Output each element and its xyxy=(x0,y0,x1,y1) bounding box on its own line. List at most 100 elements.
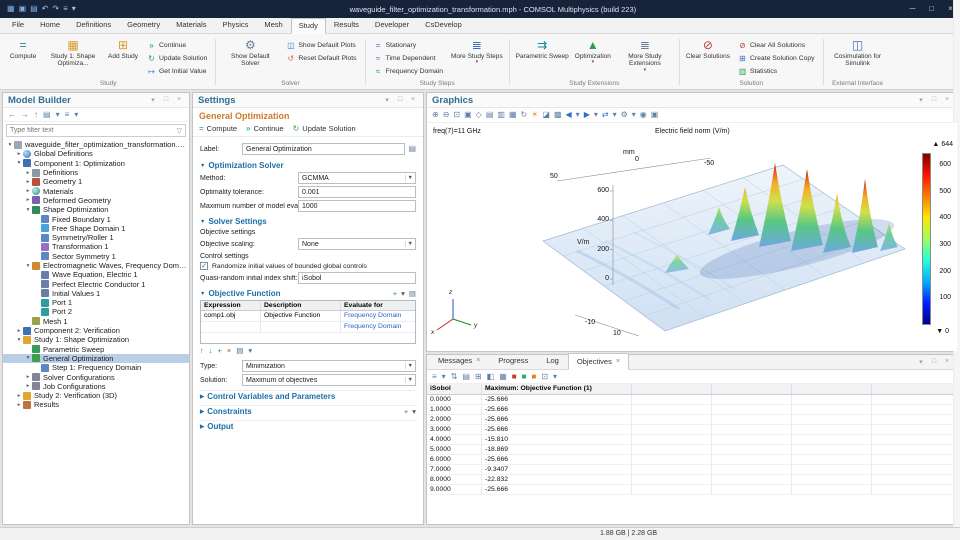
plot-settings-icon[interactable]: ⚙ xyxy=(621,108,628,122)
customize-toolbar-icon[interactable]: ▾ xyxy=(72,0,76,18)
tree-expand-icon[interactable]: ▸ xyxy=(24,170,32,176)
section-constraints[interactable]: ▶ Constraints + ▾ xyxy=(200,405,416,416)
view-yz-icon[interactable]: ▥ xyxy=(497,108,505,122)
tree-expand-icon[interactable]: ▾ xyxy=(6,142,14,148)
view-zx-icon[interactable]: ▦ xyxy=(509,108,517,122)
tree-item[interactable]: ▾ waveguide_filter_optimization_transfor… xyxy=(3,140,189,149)
float-panel-icon[interactable]: □ xyxy=(929,96,939,104)
filter-funnel-icon[interactable]: ▽ xyxy=(174,127,185,135)
sort-icon[interactable]: ⇅ xyxy=(451,370,458,384)
table-format-icon[interactable]: ▤ xyxy=(462,370,470,384)
forward-icon[interactable]: → xyxy=(21,108,29,122)
tree-item[interactable]: Symmetry/Roller 1 xyxy=(3,233,189,242)
close-panel-icon[interactable]: × xyxy=(408,96,418,104)
close-panel-icon[interactable]: × xyxy=(174,96,184,104)
tree-expand-icon[interactable]: ▸ xyxy=(15,402,23,408)
tree-item[interactable]: Wave Equation, Electric 1 xyxy=(3,270,189,279)
close-panel-icon[interactable]: × xyxy=(942,96,952,104)
tree-item[interactable]: ▸ Solver Configurations xyxy=(3,372,189,381)
table-row[interactable]: 4.0000 -15.810 xyxy=(427,435,957,445)
compute-button[interactable]: = Compute xyxy=(4,36,42,80)
tree-expand-icon[interactable]: ▾ xyxy=(15,160,23,166)
index-shift-field[interactable]: iSobol xyxy=(298,272,416,284)
plot-settings-menu-icon[interactable]: ▾ xyxy=(632,108,636,122)
panel-menu-icon[interactable]: ▾ xyxy=(916,96,926,104)
table-row[interactable]: 0.0000 -25.666 xyxy=(427,395,957,405)
tree-expand-icon[interactable]: ▸ xyxy=(24,383,32,389)
objective-scaling-dropdown[interactable]: None ▼ xyxy=(298,238,416,250)
menu-tab[interactable]: Results xyxy=(326,17,367,33)
tree-item[interactable]: ▾ General Optimization xyxy=(3,354,189,363)
section-optimization-solver[interactable]: ▼ Optimization Solver xyxy=(200,161,416,170)
scene-light-icon[interactable]: ☀ xyxy=(531,108,538,122)
section-output[interactable]: ▶ Output xyxy=(200,420,416,431)
tree-item[interactable]: ▸ Component 2: Verification xyxy=(3,326,189,335)
console-tab[interactable]: Progress xyxy=(489,353,537,369)
tree-item[interactable]: ▸ Geometry 1 xyxy=(3,177,189,186)
table-row[interactable]: comp1.obj Objective Function Frequency D… xyxy=(201,311,415,322)
tree-item[interactable]: Parametric Sweep xyxy=(3,345,189,354)
label-field[interactable]: General Optimization xyxy=(242,143,405,155)
add-objective-icon[interactable]: + xyxy=(393,289,397,298)
filter-input[interactable] xyxy=(7,127,174,134)
tree-item[interactable]: ▸ Definitions xyxy=(3,168,189,177)
close-panel-icon[interactable]: × xyxy=(942,358,952,366)
stationary-button[interactable]: = Stationary xyxy=(369,39,448,52)
previous-solution-icon[interactable]: ◀ xyxy=(566,108,572,122)
export-table-icon[interactable]: ■ xyxy=(522,370,527,384)
table-row[interactable]: 1.0000 -25.666 xyxy=(427,405,957,415)
panel-menu-icon[interactable]: ▾ xyxy=(148,96,158,104)
menu-tab[interactable]: File xyxy=(4,17,32,33)
max-evaluations-field[interactable]: 1000 xyxy=(298,200,416,212)
panel-menu-icon[interactable]: ▾ xyxy=(382,96,392,104)
solution-dropdown[interactable]: Maximum of objectives ▼ xyxy=(242,374,416,386)
menu-tab[interactable]: Home xyxy=(32,17,68,33)
redo-icon[interactable]: ↷ xyxy=(52,0,59,18)
tree-item[interactable]: Port 2 xyxy=(3,307,189,316)
tree-expand-icon[interactable]: ▾ xyxy=(24,263,32,269)
tolerance-field[interactable]: 0.001 xyxy=(298,186,416,198)
type-dropdown[interactable]: Minimization ▼ xyxy=(242,360,416,372)
image-snapshot-icon[interactable]: ◉ xyxy=(640,108,647,122)
collapse-menu-icon[interactable]: ▾ xyxy=(56,108,60,122)
add-constraint-icon[interactable]: + xyxy=(404,407,408,416)
view-xy-icon[interactable]: ▤ xyxy=(486,108,494,122)
method-dropdown[interactable]: GCMMA ▼ xyxy=(298,172,416,184)
add-study-button[interactable]: ⊞ Add Study xyxy=(104,36,142,80)
section-objective-function[interactable]: ▼ Objective Function + ▾ ▤ xyxy=(200,289,416,298)
tree-expand-icon[interactable]: ▾ xyxy=(24,355,32,361)
rotate-view-icon[interactable]: ↻ xyxy=(521,108,528,122)
column-header[interactable]: Expression xyxy=(201,301,261,311)
grid-icon[interactable]: ▦ xyxy=(499,370,507,384)
table-more-icon[interactable]: ▾ xyxy=(553,370,557,384)
swap-solution-icon[interactable]: ⇄ xyxy=(602,108,609,122)
tree-item[interactable]: Free Shape Domain 1 xyxy=(3,224,189,233)
tree-expand-icon[interactable]: ▸ xyxy=(24,188,32,194)
cosimulation-button[interactable]: ◫ Cosimulation for Simulink xyxy=(827,36,889,80)
maximize-button[interactable]: □ xyxy=(922,0,941,18)
optimization-button[interactable]: ▲ Optimization ▾ xyxy=(572,36,614,80)
full-precision-icon[interactable]: ≡ xyxy=(432,370,437,384)
menu-tab[interactable]: Definitions xyxy=(68,17,119,33)
model-tree-node-settings-icon[interactable]: ≡ xyxy=(65,108,70,122)
load-table-icon[interactable]: ▤ xyxy=(236,346,243,355)
zoom-in-icon[interactable]: ⊕ xyxy=(432,108,439,122)
console-tab[interactable]: Objectives × xyxy=(568,353,629,370)
menu-tab[interactable]: Study xyxy=(291,18,326,34)
tree-item[interactable]: ▸ Results xyxy=(3,400,189,409)
float-panel-icon[interactable]: □ xyxy=(395,96,405,104)
plot-table-icon[interactable]: ■ xyxy=(512,370,517,384)
column-header[interactable]: Maximum: Objective Function (1) xyxy=(482,384,632,395)
panel-menu-icon[interactable]: ▾ xyxy=(916,358,926,366)
time-dependent-button[interactable]: ≈ Time Dependent xyxy=(369,52,448,65)
table-row[interactable]: 2.0000 -25.666 xyxy=(427,415,957,425)
fullscreen-table-icon[interactable]: ⊡ xyxy=(541,370,548,384)
tree-item[interactable]: ▾ Shape Optimization xyxy=(3,205,189,214)
open-icon[interactable]: ▤ xyxy=(30,0,38,18)
section-solver-settings[interactable]: ▼ Solver Settings xyxy=(200,217,416,226)
show-default-solver-button[interactable]: ⚙ Show Default Solver xyxy=(219,36,281,80)
frequency-domain-button[interactable]: ≈ Frequency Domain xyxy=(369,65,448,78)
add-row-icon[interactable]: + xyxy=(218,346,222,355)
more-study-steps-button[interactable]: ≣ More Study Steps ▾ xyxy=(448,36,506,80)
collapse-all-icon[interactable]: ▤ xyxy=(43,108,51,122)
